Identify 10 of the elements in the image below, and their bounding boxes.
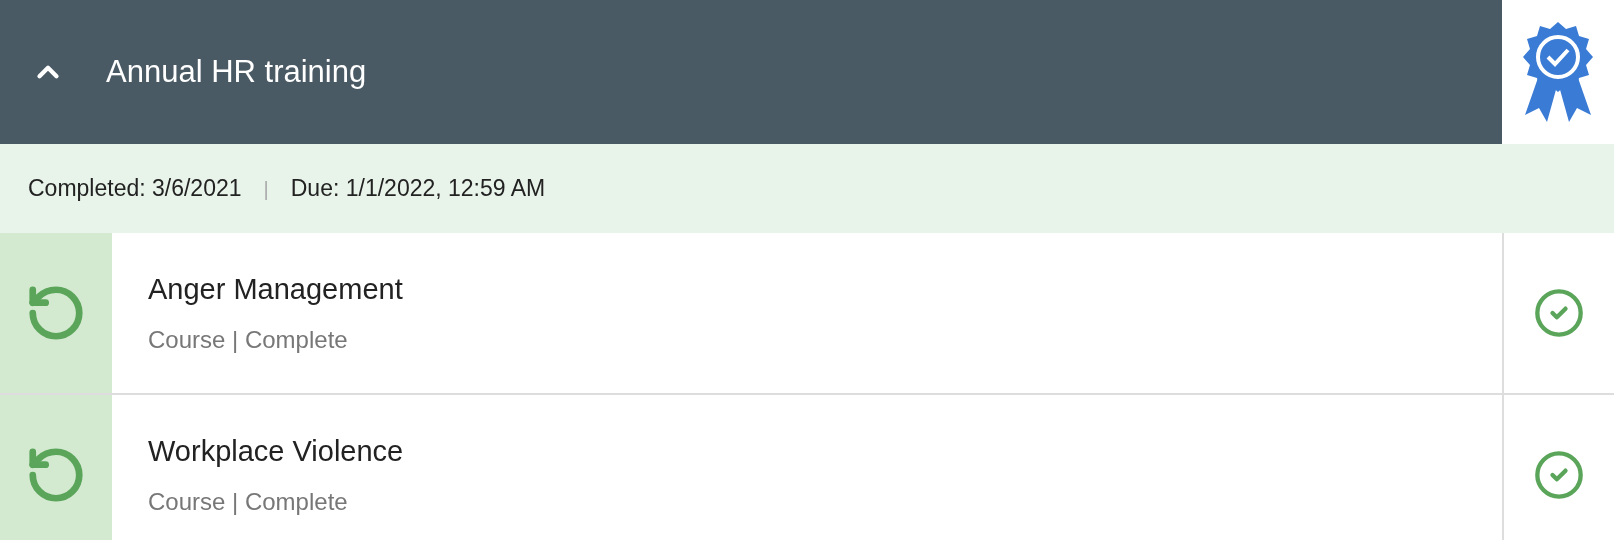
course-title: Anger Management: [148, 272, 404, 308]
completed-date: Completed: 3/6/2021: [28, 174, 242, 204]
course-title: Workplace Violence: [148, 434, 405, 470]
retake-button[interactable]: [0, 233, 112, 393]
training-title: Annual HR training: [106, 52, 367, 91]
course-status: Course | Complete: [148, 486, 349, 517]
course-status: Course | Complete: [148, 324, 349, 355]
retake-button[interactable]: [0, 395, 112, 540]
separator: |: [263, 176, 269, 202]
due-date: Due: 1/1/2022, 12:59 AM: [290, 174, 546, 204]
